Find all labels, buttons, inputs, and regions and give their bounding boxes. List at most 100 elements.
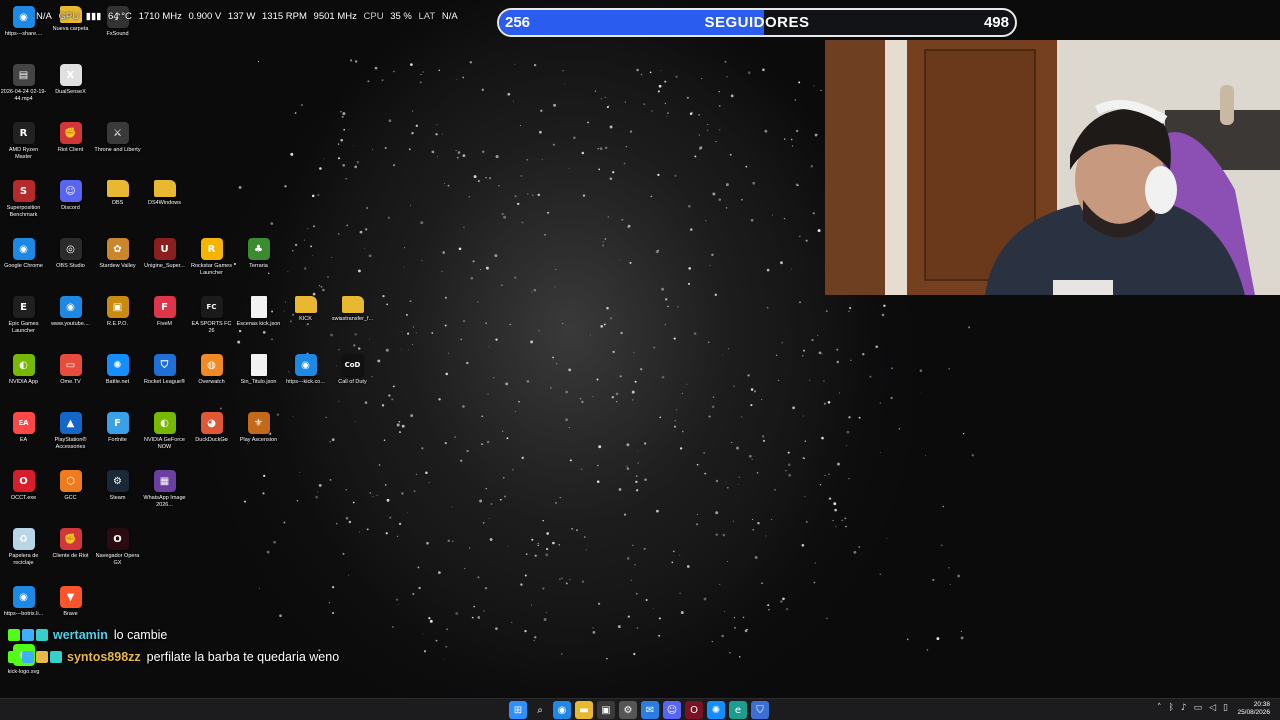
desktop-icon[interactable]: ◍ Overwatch [188, 354, 235, 412]
desktop-icon[interactable]: ⛉ Rocket League® [141, 354, 188, 412]
bluetooth-icon[interactable]: ᛒ [1168, 703, 1173, 713]
desktop-icon[interactable]: ▦ WhatsApp Image 2026... [141, 470, 188, 528]
snow-particle [635, 592, 638, 595]
desktop-icon[interactable]: DS4Windows [141, 180, 188, 238]
snow-particle [696, 513, 699, 516]
desktop-icon[interactable]: ✺ Battle.net [94, 354, 141, 412]
desktop-icon[interactable]: CoD Call of Duty [329, 354, 376, 412]
snow-particle [537, 544, 539, 547]
search-icon[interactable]: ⌕ [531, 701, 549, 719]
desktop-icon[interactable]: ♻ Papelera de reciclaje [0, 528, 47, 586]
snow-particle [813, 581, 816, 584]
desktop-icon[interactable]: ✊ Riot Client [47, 122, 94, 180]
desktop-icon[interactable]: U Unigine_Super... [141, 238, 188, 296]
snow-particle [718, 129, 721, 131]
network-icon[interactable]: ▭ [1194, 703, 1203, 713]
snow-particle [750, 218, 754, 222]
snow-particle [845, 444, 847, 446]
taskbar-clock[interactable]: 20:38 25/08/2026 [1237, 701, 1270, 717]
windows-start-icon[interactable]: ⊞ [509, 701, 527, 719]
battlenet-icon[interactable]: ✺ [707, 701, 725, 719]
desktop-icon[interactable]: ⚙ Steam [94, 470, 141, 528]
snow-particle [470, 276, 474, 280]
snow-particle [704, 472, 707, 475]
security-icon[interactable]: ⛉ [751, 701, 769, 719]
desktop-icon[interactable]: E Epic Games Launcher [0, 296, 47, 354]
snow-particle [415, 124, 418, 127]
desktop-icon[interactable]: ◐ NVIDIA GeForce NOW [141, 412, 188, 470]
chrome-icon[interactable]: ◉ [553, 701, 571, 719]
snow-particle [526, 158, 529, 161]
snow-particle [363, 247, 365, 249]
desktop-icon[interactable]: F Fortnite [94, 412, 141, 470]
desktop-icon[interactable]: ⬡ GCC [47, 470, 94, 528]
snow-particle [606, 306, 609, 310]
desktop-icon[interactable]: ▣ R.E.P.O. [94, 296, 141, 354]
desktop-icon[interactable]: O OCCT.exe [0, 470, 47, 528]
desktop-icon[interactable]: R AMD Ryzen Master [0, 122, 47, 180]
snow-particle [468, 196, 470, 198]
opera-gx-icon[interactable]: O [685, 701, 703, 719]
microphone-icon[interactable]: ♪ [1181, 703, 1187, 713]
desktop-icon[interactable]: O Navegador Opera GX [94, 528, 141, 586]
settings-icon[interactable]: ⚙ [619, 701, 637, 719]
desktop-icon[interactable]: ◉ https---kick.co... [282, 354, 329, 412]
snow-particle [299, 471, 301, 473]
snow-particle [341, 115, 344, 118]
snow-particle [562, 70, 564, 72]
desktop-icon[interactable]: FC EA SPORTS FC 26 [188, 296, 235, 354]
snow-particle [238, 186, 242, 189]
file-explorer-icon[interactable]: ▬ [575, 701, 593, 719]
overwatch-icon: ◍ [200, 354, 223, 376]
snow-particle [604, 146, 608, 150]
desktop-icon[interactable]: EA EA [0, 412, 47, 470]
desktop-icon[interactable]: ☺ Discord [47, 180, 94, 238]
snow-particle [645, 598, 648, 602]
snow-particle [421, 447, 424, 450]
snow-particle [377, 359, 381, 363]
desktop-icon[interactable]: R Rockstar Games Launcher [188, 238, 235, 296]
desktop-icon[interactable]: ⚔ Throne and Liberty [94, 122, 141, 180]
snow-particle [565, 418, 569, 422]
snow-particle [635, 489, 639, 492]
snow-particle [701, 78, 703, 80]
desktop-icon[interactable]: ◐ NVIDIA App [0, 354, 47, 412]
mail-icon[interactable]: ✉ [641, 701, 659, 719]
desktop-icon[interactable]: swisstransfer_f... [329, 296, 376, 354]
chevron-up-icon[interactable]: ˄ [1157, 703, 1162, 713]
snow-particle [520, 125, 521, 127]
desktop-icon[interactable]: ▭ Ome.TV [47, 354, 94, 412]
snow-particle [398, 420, 401, 423]
desktop-icon[interactable]: ✊ Cliente de Riot [47, 528, 94, 586]
desktop-icon[interactable]: ◉ Google Chrome [0, 238, 47, 296]
snow-particle [639, 368, 643, 371]
desktop-icon[interactable]: ▲ PlayStation® Accessories [47, 412, 94, 470]
desktop-icon[interactable]: Escenas kick.json [235, 296, 282, 354]
snow-particle [422, 633, 424, 635]
snow-particle [329, 441, 331, 443]
battery-icon[interactable]: ▯ [1223, 703, 1228, 713]
snow-particle [826, 617, 828, 620]
snow-particle [839, 392, 840, 394]
desktop-icon[interactable]: F FiveM [141, 296, 188, 354]
desktop-icon[interactable]: ◕ DuckDuckGo [188, 412, 235, 470]
snow-particle [806, 521, 808, 523]
store-icon[interactable]: ▣ [597, 701, 615, 719]
desktop-icon[interactable]: ⚜ Play Ascension [235, 412, 282, 470]
desktop-icon[interactable]: OBS [94, 180, 141, 238]
snow-particle [617, 625, 621, 629]
desktop-icon[interactable]: KICK [282, 296, 329, 354]
desktop-icon[interactable]: S Superposition Benchmark [0, 180, 47, 238]
desktop-icon[interactable]: ◎ OBS Studio [47, 238, 94, 296]
desktop-icon[interactable]: X DualSenseX [47, 64, 94, 122]
desktop-icon[interactable]: ◉ www.youtube.... [47, 296, 94, 354]
edge-icon[interactable]: e [729, 701, 747, 719]
desktop-icon[interactable]: ♣ Terraria [235, 238, 282, 296]
desktop-icon[interactable]: ▤ 2026-04-24 02-19-44.mp4 [0, 64, 47, 122]
discord-icon[interactable]: ☺ [663, 701, 681, 719]
volume-icon[interactable]: ◁ [1209, 703, 1216, 713]
snow-particle [766, 268, 770, 272]
snow-particle [698, 114, 700, 116]
desktop-icon[interactable]: ✿ Stardew Valley [94, 238, 141, 296]
desktop-icon[interactable]: Sin_Titulo.json [235, 354, 282, 412]
